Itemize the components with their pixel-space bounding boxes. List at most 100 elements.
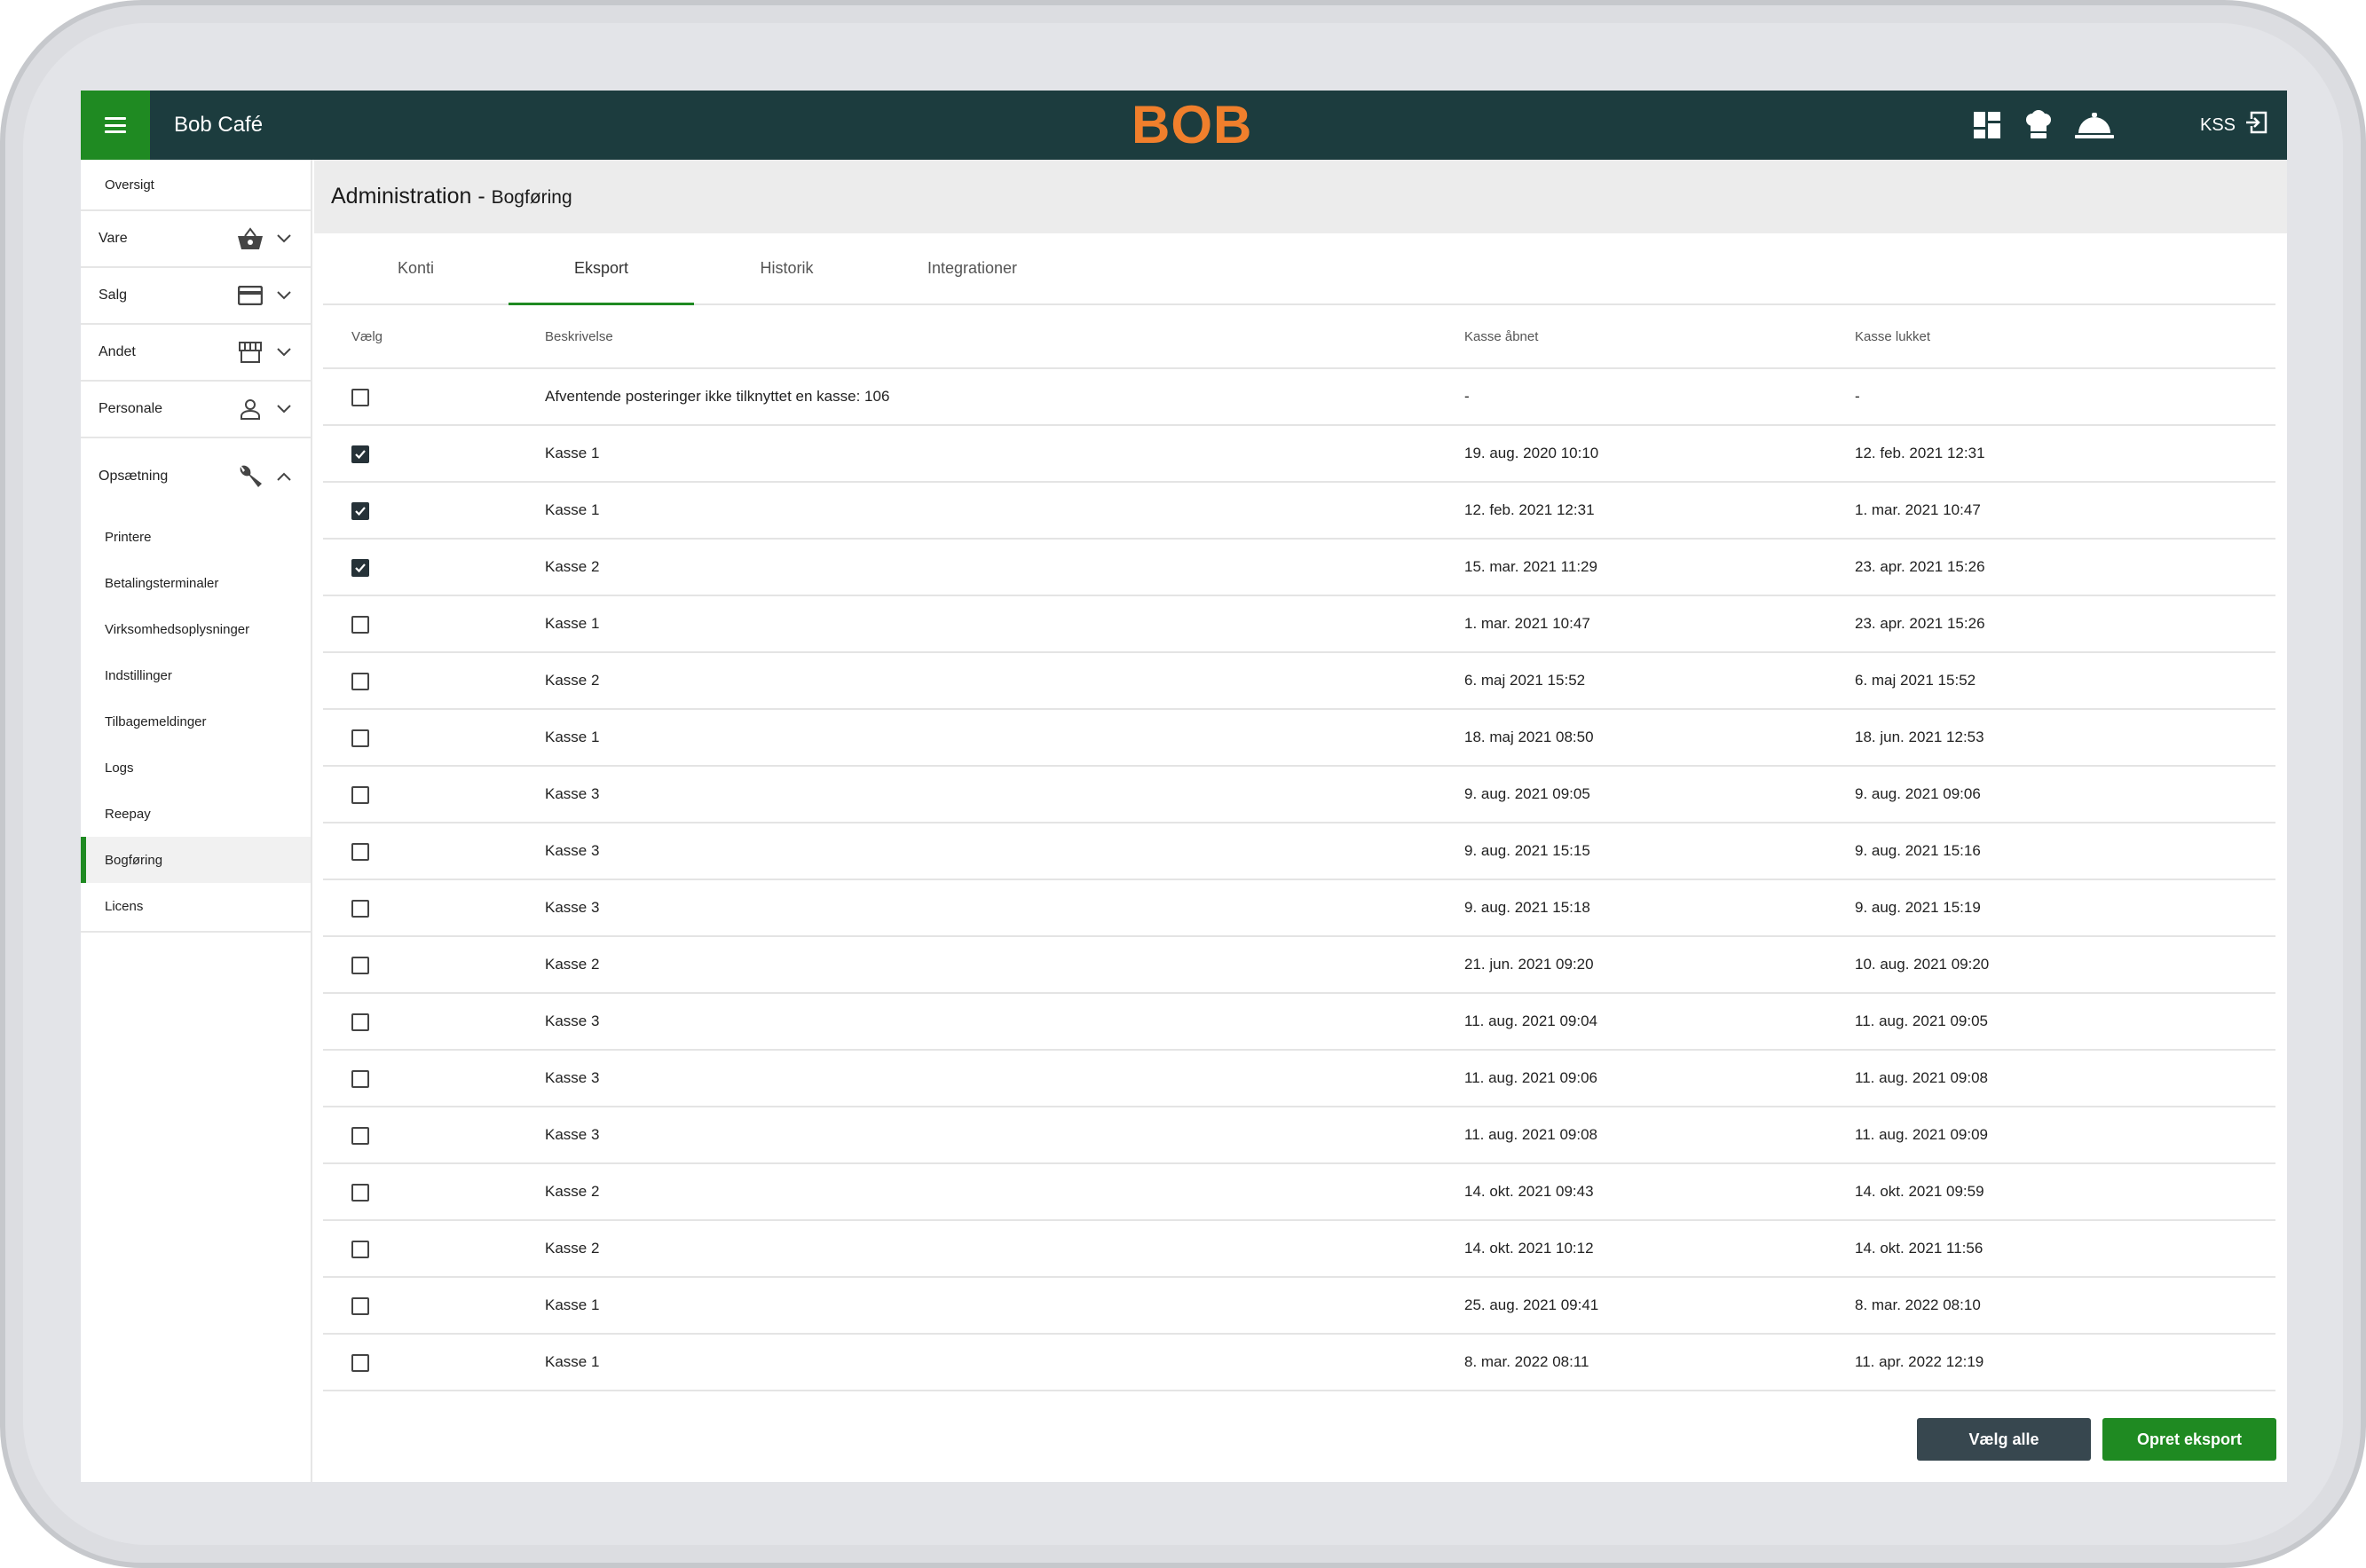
user-logout[interactable]: KSS [2200, 91, 2267, 160]
row-opened: 25. aug. 2021 09:41 [1464, 1296, 1599, 1313]
sidebar-item-label: Betalingsterminaler [105, 575, 219, 591]
chevron-up-icon [276, 469, 292, 485]
chevron-down-icon [276, 344, 292, 360]
row-checkbox[interactable] [351, 1297, 369, 1315]
dashboard-icon[interactable] [1971, 109, 2003, 141]
sidebar-group-vare[interactable]: Vare [81, 211, 311, 268]
row-closed: 8. mar. 2022 08:10 [1855, 1296, 1981, 1313]
sidebar-item-reepay[interactable]: Reepay [81, 791, 311, 837]
sidebar-item-printere[interactable]: Printere [81, 514, 311, 560]
row-opened: 11. aug. 2021 09:08 [1464, 1126, 1597, 1143]
sidebar-item-indstillinger[interactable]: Indstillinger [81, 652, 311, 698]
row-description: Kasse 1 [545, 501, 600, 518]
row-checkbox[interactable] [351, 1241, 369, 1258]
table-row: Kasse 1 1. mar. 2021 10:47 23. apr. 2021 1… [323, 596, 2275, 653]
row-closed: 6. maj 2021 15:52 [1855, 672, 1976, 689]
row-checkbox-checked[interactable] [351, 559, 369, 577]
row-closed: 14. okt. 2021 11:56 [1855, 1240, 1983, 1257]
create-export-button[interactable]: Opret eksport [2102, 1418, 2276, 1461]
row-checkbox[interactable] [351, 1127, 369, 1145]
sidebar-item-bogfoering[interactable]: Bogføring [81, 837, 311, 883]
venue-name: Bob Café [174, 113, 264, 137]
table-row: Kasse 3 9. aug. 2021 15:18 9. aug. 2021 15… [323, 880, 2275, 937]
row-checkbox[interactable] [351, 616, 369, 634]
row-checkbox[interactable] [351, 786, 369, 804]
sidebar-group-andet[interactable]: Andet [81, 325, 311, 382]
row-opened: 6. maj 2021 15:52 [1464, 672, 1586, 689]
top-icon-group [1971, 91, 2115, 160]
tab-bar: Konti Eksport Historik Integrationer [323, 233, 2275, 305]
sidebar-item-virksomhedsoplysninger[interactable]: Virksomhedsoplysninger [81, 606, 311, 652]
column-header-opened: Kasse åbnet [1464, 329, 1539, 344]
check-icon [355, 450, 366, 460]
sidebar-group-salg[interactable]: Salg [81, 268, 311, 325]
row-description: Kasse 2 [545, 672, 600, 689]
sidebar-submenu-opsaetning: Printere Betalingsterminaler Virksomheds… [81, 514, 311, 933]
tab-eksport[interactable]: Eksport [509, 233, 694, 305]
row-closed: 23. apr. 2021 15:26 [1855, 558, 1985, 575]
store-icon [237, 339, 264, 366]
row-description: Kasse 1 [545, 1296, 600, 1313]
row-checkbox[interactable] [351, 673, 369, 690]
menu-button[interactable] [81, 91, 150, 160]
row-opened: - [1464, 388, 1470, 405]
sidebar-item-label: Salg [99, 288, 128, 303]
row-description: Kasse 3 [545, 1126, 600, 1143]
row-checkbox[interactable] [351, 1070, 369, 1088]
sidebar-item-tilbagemeldinger[interactable]: Tilbagemeldinger [81, 698, 311, 745]
row-checkbox[interactable] [351, 843, 369, 861]
row-opened: 9. aug. 2021 15:18 [1464, 899, 1590, 916]
row-opened: 14. okt. 2021 09:43 [1464, 1183, 1594, 1200]
chef-hat-icon[interactable] [2023, 109, 2054, 141]
table-row: Kasse 2 14. okt. 2021 09:43 14. okt. 2021 … [323, 1164, 2275, 1221]
row-opened: 12. feb. 2021 12:31 [1464, 501, 1595, 518]
sidebar-item-licens[interactable]: Licens [81, 883, 311, 929]
row-opened: 19. aug. 2020 10:10 [1464, 445, 1599, 461]
sidebar-item-oversigt[interactable]: Oversigt [81, 160, 311, 211]
row-closed: 9. aug. 2021 15:19 [1855, 899, 1981, 916]
tab-konti[interactable]: Konti [323, 233, 509, 303]
row-closed: 18. jun. 2021 12:53 [1855, 729, 1984, 745]
chevron-down-icon [276, 401, 292, 417]
row-checkbox[interactable] [351, 900, 369, 918]
app-screen: Bob Café BOB KSS Oversigt Vare Salg Ande… [81, 91, 2287, 1482]
table-row: Kasse 1 12. feb. 2021 12:31 1. mar. 2021 1… [323, 483, 2275, 540]
row-checkbox[interactable] [351, 389, 369, 406]
check-icon [355, 563, 366, 573]
tab-integrationer[interactable]: Integrationer [879, 233, 1065, 303]
sidebar-group-personale[interactable]: Personale [81, 382, 311, 438]
row-description: Kasse 1 [545, 1353, 600, 1370]
column-header-closed: Kasse lukket [1855, 329, 1931, 344]
row-checkbox[interactable] [351, 1354, 369, 1372]
page-title: Administration - Bogføring [331, 160, 572, 233]
hamburger-icon [105, 117, 126, 133]
top-bar: Bob Café BOB KSS [81, 91, 2287, 160]
row-checkbox[interactable] [351, 1184, 369, 1202]
table-row: Afventende posteringer ikke tilknyttet e… [323, 369, 2275, 426]
row-checkbox[interactable] [351, 957, 369, 974]
page-title-sub: Bogføring [491, 187, 572, 208]
select-all-button[interactable]: Vælg alle [1917, 1418, 2091, 1461]
row-checkbox-checked[interactable] [351, 445, 369, 463]
table-row: Kasse 2 15. mar. 2021 11:29 23. apr. 2021 … [323, 540, 2275, 596]
tab-historik[interactable]: Historik [694, 233, 879, 303]
cloche-icon[interactable] [2074, 109, 2115, 141]
row-closed: 11. aug. 2021 09:08 [1855, 1069, 1988, 1086]
table-row: Kasse 2 14. okt. 2021 10:12 14. okt. 2021 … [323, 1221, 2275, 1278]
row-description: Kasse 1 [545, 615, 600, 632]
row-description: Afventende posteringer ikke tilknyttet e… [545, 388, 890, 405]
page-header: Administration - Bogføring [314, 160, 2287, 233]
row-opened: 15. mar. 2021 11:29 [1464, 558, 1597, 575]
sidebar-item-logs[interactable]: Logs [81, 745, 311, 791]
row-checkbox[interactable] [351, 1013, 369, 1031]
row-opened: 9. aug. 2021 09:05 [1464, 785, 1590, 802]
logout-icon [2244, 111, 2267, 139]
sidebar-group-opsaetning[interactable]: Opsætning [81, 438, 311, 514]
sidebar-item-betalingsterminaler[interactable]: Betalingsterminaler [81, 560, 311, 606]
table-row: Kasse 1 8. mar. 2022 08:11 11. apr. 2022 1… [323, 1335, 2275, 1391]
row-checkbox-checked[interactable] [351, 502, 369, 520]
row-closed: 11. aug. 2021 09:05 [1855, 1013, 1988, 1029]
row-checkbox[interactable] [351, 729, 369, 747]
sidebar-item-label: Opsætning [99, 468, 169, 484]
row-closed: - [1855, 388, 1860, 405]
